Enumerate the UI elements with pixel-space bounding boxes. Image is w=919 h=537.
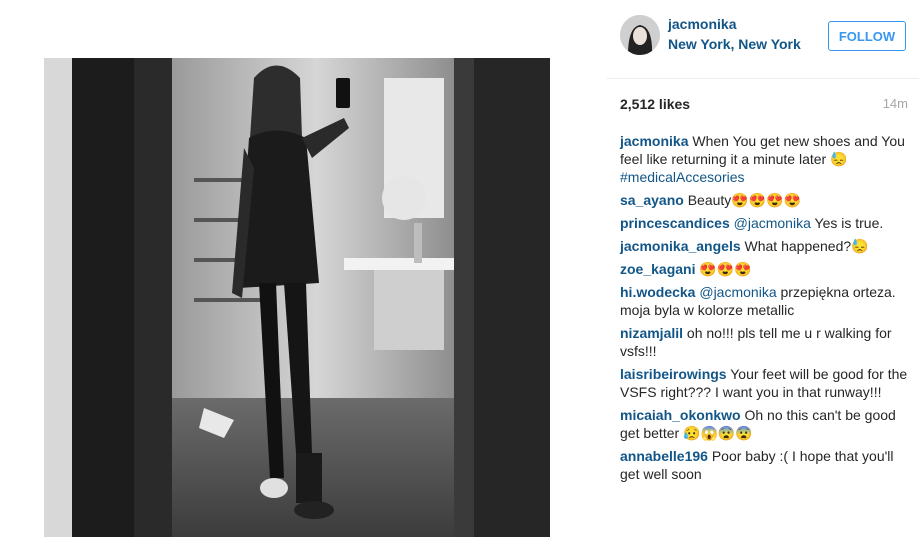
post-photo[interactable] xyxy=(44,58,550,537)
comment-emoji: 😍😍😍 xyxy=(699,261,752,277)
post-location[interactable]: New York, New York xyxy=(668,36,801,52)
follow-button[interactable]: FOLLOW xyxy=(828,21,906,51)
comment-text: What happened? xyxy=(744,238,852,254)
comment-text: Beauty xyxy=(687,192,732,208)
comment: sa_ayano Beauty😍😍😍😍 xyxy=(620,191,912,209)
comment-emoji: 😓 xyxy=(851,238,869,254)
avatar-image xyxy=(620,15,660,55)
comment-username[interactable]: jacmonika_angels xyxy=(620,238,741,254)
comment-username[interactable]: hi.wodecka xyxy=(620,284,695,300)
comment-mention[interactable]: @jacmonika xyxy=(734,215,811,231)
comment: laisribeirowings Your feet will be good … xyxy=(620,365,912,401)
comment-emoji: 😥😱😨😨 xyxy=(683,425,753,441)
comment-emoji: 😓 xyxy=(830,151,848,167)
comment-username[interactable]: annabelle196 xyxy=(620,448,708,464)
comment-emoji: 😍😍😍😍 xyxy=(731,192,802,208)
comment: jacmonika_angels What happened?😓 xyxy=(620,237,912,255)
likes-count[interactable]: 2,512 likes xyxy=(620,96,690,112)
comment-username[interactable]: jacmonika xyxy=(620,133,688,149)
post-sidebar: jacmonika New York, New York FOLLOW 2,51… xyxy=(606,0,919,537)
comment-username[interactable]: nizamjalil xyxy=(620,325,683,341)
comment: micaiah_okonkwo Oh no this can't be good… xyxy=(620,406,912,442)
post-username[interactable]: jacmonika xyxy=(668,16,736,32)
comment-mention[interactable]: @jacmonika xyxy=(699,284,776,300)
comment-username[interactable]: princescandices xyxy=(620,215,730,231)
avatar[interactable] xyxy=(620,15,660,55)
comment: annabelle196 Poor baby :( I hope that yo… xyxy=(620,447,912,483)
comment-text: Yes is true. xyxy=(814,215,884,231)
likes-row: 2,512 likes 14m xyxy=(620,96,908,114)
post-timestamp[interactable]: 14m xyxy=(883,96,908,111)
comment: jacmonika When You get new shoes and You… xyxy=(620,132,912,186)
comment-username[interactable]: micaiah_okonkwo xyxy=(620,407,741,423)
post-header: jacmonika New York, New York FOLLOW xyxy=(606,0,919,79)
comment-username[interactable]: zoe_kagani xyxy=(620,261,695,277)
comment: princescandices @jacmonika Yes is true. xyxy=(620,214,912,232)
comment: zoe_kagani 😍😍😍 xyxy=(620,260,912,278)
comment: hi.wodecka @jacmonika przepiękna orteza.… xyxy=(620,283,912,319)
comment-hashtag[interactable]: #medicalAccesories xyxy=(620,169,745,185)
comment-username[interactable]: sa_ayano xyxy=(620,192,684,208)
comment: nizamjalil oh no!!! pls tell me u r walk… xyxy=(620,324,912,360)
comment-username[interactable]: laisribeirowings xyxy=(620,366,727,382)
mirror-selfie-image xyxy=(44,58,550,537)
comment-list: jacmonika When You get new shoes and You… xyxy=(620,132,912,488)
